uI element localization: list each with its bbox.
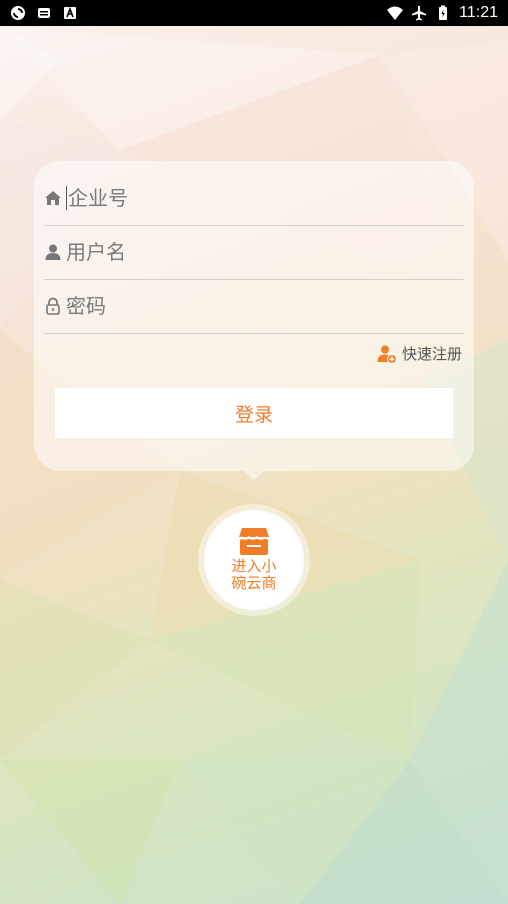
- company-field[interactable]: [44, 171, 464, 226]
- wifi-icon: [387, 6, 404, 20]
- home-icon: [45, 191, 61, 205]
- password-field[interactable]: [44, 279, 464, 334]
- card-pointer: [244, 471, 264, 480]
- store-icon: [239, 528, 269, 555]
- username-input[interactable]: [66, 240, 426, 264]
- enter-store-button[interactable]: 进入小碗云商: [204, 510, 304, 610]
- quick-register-label: 快速注册: [401, 345, 462, 363]
- lock-icon: [46, 297, 60, 315]
- password-input[interactable]: [66, 294, 426, 318]
- status-time: 11:21: [459, 4, 498, 21]
- login-button[interactable]: 登录: [55, 388, 453, 438]
- battery-icon: [439, 5, 448, 20]
- store-button-label: 进入小碗云商: [231, 557, 277, 592]
- message-icon: [38, 8, 50, 18]
- login-card: 快速注册 登录: [34, 161, 474, 471]
- a-icon: [64, 6, 76, 19]
- text-caret: [66, 186, 67, 210]
- username-field[interactable]: [44, 225, 464, 280]
- airplane-icon: [412, 6, 427, 21]
- quick-register-link[interactable]: 快速注册: [377, 343, 462, 364]
- company-input[interactable]: [68, 186, 428, 210]
- add-user-icon: [377, 345, 397, 364]
- status-bar: 11:21: [0, 0, 508, 26]
- sync-icon: [11, 6, 25, 20]
- user-icon: [45, 244, 61, 260]
